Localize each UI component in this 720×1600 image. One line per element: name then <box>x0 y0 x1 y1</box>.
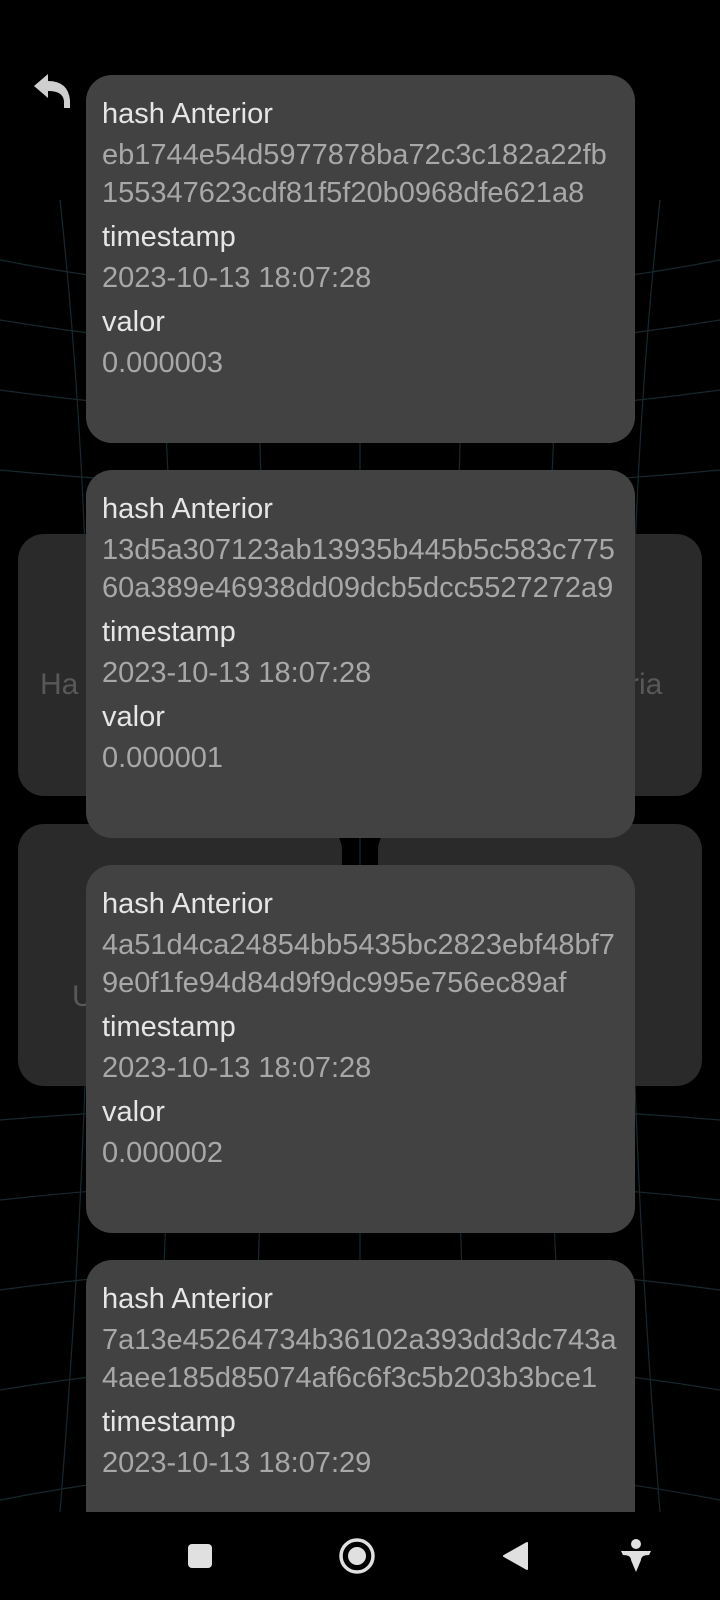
block-card: hash Anterior 4a51d4ca24854bb5435bc2823e… <box>86 865 635 1233</box>
block-card: hash Anterior 13d5a307123ab13935b445b5c5… <box>86 470 635 838</box>
recent-apps-button[interactable] <box>174 1530 226 1582</box>
block-card: hash Anterior eb1744e54d5977878ba72c3c18… <box>86 75 635 443</box>
back-icon <box>503 1542 528 1570</box>
valor-value: 0.000001 <box>102 742 223 774</box>
hash-label: hash Anterior <box>102 1283 273 1315</box>
valor-label: valor <box>102 701 165 733</box>
valor-label: valor <box>102 306 165 338</box>
timestamp-value: 2023-10-13 18:07:29 <box>102 1447 372 1479</box>
hash-label: hash Anterior <box>102 98 273 130</box>
timestamp-label: timestamp <box>102 1011 236 1043</box>
hash-value: 7a13e45264734b36102a393dd3dc743a4aee185d… <box>102 1324 617 1394</box>
accessibility-button[interactable] <box>610 1530 662 1582</box>
recent-apps-icon <box>188 1544 212 1568</box>
hash-value: eb1744e54d5977878ba72c3c182a22fb15534762… <box>102 139 607 209</box>
hash-value: 13d5a307123ab13935b445b5c583c77560a389e4… <box>102 534 615 604</box>
home-icon <box>339 1538 375 1574</box>
valor-value: 0.000002 <box>102 1137 223 1169</box>
home-button[interactable] <box>331 1530 383 1582</box>
nav-back-button[interactable] <box>490 1530 542 1582</box>
accessibility-icon <box>621 1539 651 1572</box>
system-nav-bar <box>0 1512 720 1600</box>
timestamp-label: timestamp <box>102 221 236 253</box>
hash-label: hash Anterior <box>102 493 273 525</box>
valor-value: 0.000003 <box>102 347 223 379</box>
timestamp-label: timestamp <box>102 616 236 648</box>
back-button[interactable] <box>26 66 78 114</box>
valor-label: valor <box>102 1096 165 1128</box>
block-card: hash Anterior 7a13e45264734b36102a393dd3… <box>86 1260 635 1518</box>
hash-label: hash Anterior <box>102 888 273 920</box>
timestamp-value: 2023-10-13 18:07:28 <box>102 262 372 294</box>
timestamp-value: 2023-10-13 18:07:28 <box>102 1052 372 1084</box>
timestamp-value: 2023-10-13 18:07:28 <box>102 657 372 689</box>
timestamp-label: timestamp <box>102 1406 236 1438</box>
back-arrow-icon <box>34 74 70 108</box>
menu-tile-label-fragment: Ha <box>40 668 79 701</box>
hash-value: 4a51d4ca24854bb5435bc2823ebf48bf79e0f1fe… <box>102 929 615 999</box>
